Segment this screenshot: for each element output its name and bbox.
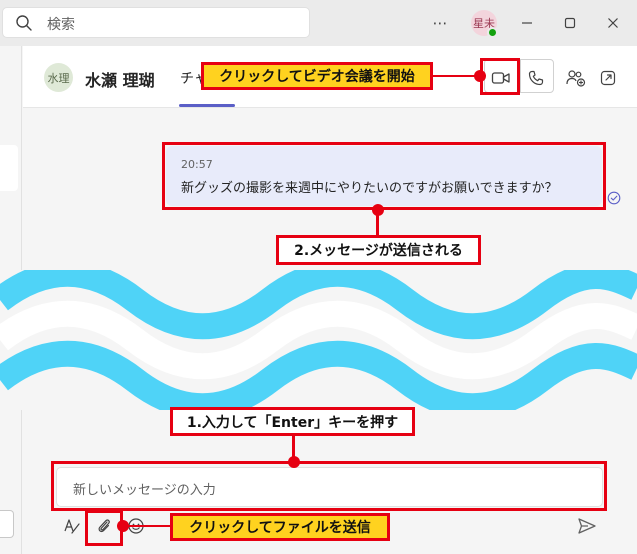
- minimize-icon[interactable]: [515, 11, 539, 35]
- video-call-dot: [474, 70, 486, 82]
- read-receipt-icon: [607, 191, 621, 205]
- wave-separator: [0, 270, 637, 410]
- left-input-edge: [0, 510, 14, 538]
- add-people-icon[interactable]: [564, 66, 588, 90]
- more-icon[interactable]: ⋯: [428, 11, 452, 35]
- attach-file-label: クリックしてファイルを送信: [170, 513, 390, 541]
- contact-name: 水瀬 理瑚: [85, 71, 155, 90]
- phone-icon[interactable]: [524, 66, 548, 90]
- search-placeholder: 検索: [47, 17, 75, 33]
- maximize-icon[interactable]: [558, 11, 582, 35]
- message-sent-label: 2.メッセージが送信される: [276, 235, 481, 265]
- close-icon[interactable]: [601, 11, 625, 35]
- attach-connector: [123, 525, 172, 527]
- message-dot: [372, 204, 384, 216]
- tab-active-indicator: [179, 104, 235, 107]
- pop-out-icon[interactable]: [596, 66, 620, 90]
- chat-list-item-selected[interactable]: [0, 145, 18, 191]
- message-highlight: [162, 142, 606, 210]
- message-input-highlight: [51, 461, 607, 511]
- enter-hint-label: 1.入力して「Enter」キーを押す: [170, 407, 415, 436]
- search-box[interactable]: 検索: [2, 7, 310, 38]
- call-button-divider: [520, 60, 521, 92]
- presence-available-icon: [487, 27, 498, 38]
- send-icon[interactable]: [577, 516, 597, 536]
- search-icon: [16, 15, 32, 31]
- title-bar: 検索 ⋯ 星未: [0, 0, 637, 46]
- contact-avatar[interactable]: 水理: [44, 63, 73, 92]
- video-call-highlight: [480, 58, 520, 95]
- video-call-label: クリックしてビデオ会議を開始: [201, 62, 433, 90]
- video-call-connector: [433, 75, 480, 77]
- format-icon[interactable]: [62, 516, 82, 536]
